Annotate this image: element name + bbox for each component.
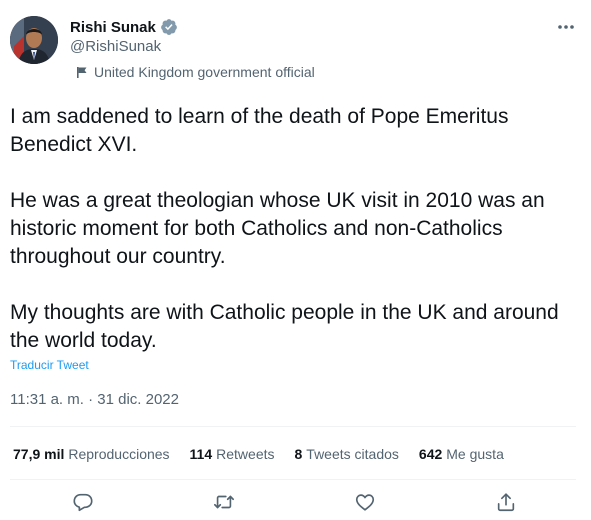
reply-icon	[73, 493, 93, 512]
share-button[interactable]	[494, 490, 518, 514]
reply-button[interactable]	[71, 490, 95, 514]
retweets-count: 114	[189, 446, 213, 462]
avatar[interactable]	[10, 16, 58, 64]
like-button[interactable]	[353, 490, 377, 514]
author-name[interactable]: Rishi Sunak	[70, 19, 156, 36]
retweets-label: Retweets	[216, 446, 275, 462]
more-horizontal-icon	[558, 25, 574, 29]
tweet-stats: 77,9 mil Reproducciones 114 Retweets 8 T…	[13, 444, 524, 464]
quotes-count: 8	[294, 446, 303, 462]
quotes-label: Tweets citados	[306, 446, 399, 462]
avatar-image	[10, 16, 58, 64]
share-icon	[497, 493, 515, 512]
tweet-text: I am saddened to learn of the death of P…	[10, 103, 580, 355]
more-options-button[interactable]	[554, 18, 578, 36]
retweets-stat[interactable]: 114 Retweets	[190, 446, 275, 462]
heart-icon	[355, 494, 375, 511]
views-stat[interactable]: 77,9 mil Reproducciones	[13, 446, 170, 462]
author-handle[interactable]: @RishiSunak	[70, 38, 161, 55]
author-name-row[interactable]: Rishi Sunak	[70, 17, 178, 37]
tweet-paragraph: My thoughts are with Catholic people in …	[10, 301, 559, 352]
verified-badge-icon	[160, 19, 177, 35]
likes-label: Me gusta	[446, 446, 504, 462]
tweet-paragraph: I am saddened to learn of the death of P…	[10, 105, 509, 156]
tweet-action-bar	[0, 480, 591, 520]
likes-count: 642	[418, 446, 443, 462]
views-label: Reproducciones	[68, 446, 170, 462]
retweet-button[interactable]	[212, 490, 236, 514]
translate-tweet-link[interactable]: Traducir Tweet	[10, 358, 89, 372]
tweet-paragraph: He was a great theologian whose UK visit…	[10, 189, 545, 268]
likes-stat[interactable]: 642 Me gusta	[419, 446, 504, 462]
account-label[interactable]: United Kingdom government official	[76, 63, 315, 81]
account-label-text: United Kingdom government official	[94, 64, 315, 80]
quotes-stat[interactable]: 8 Tweets citados	[295, 446, 399, 462]
flag-icon	[77, 66, 87, 78]
views-count: 77,9 mil	[13, 446, 65, 462]
divider	[10, 426, 576, 427]
retweet-icon	[214, 495, 234, 509]
tweet-timestamp[interactable]: 11:31 a. m. · 31 dic. 2022	[10, 391, 179, 408]
